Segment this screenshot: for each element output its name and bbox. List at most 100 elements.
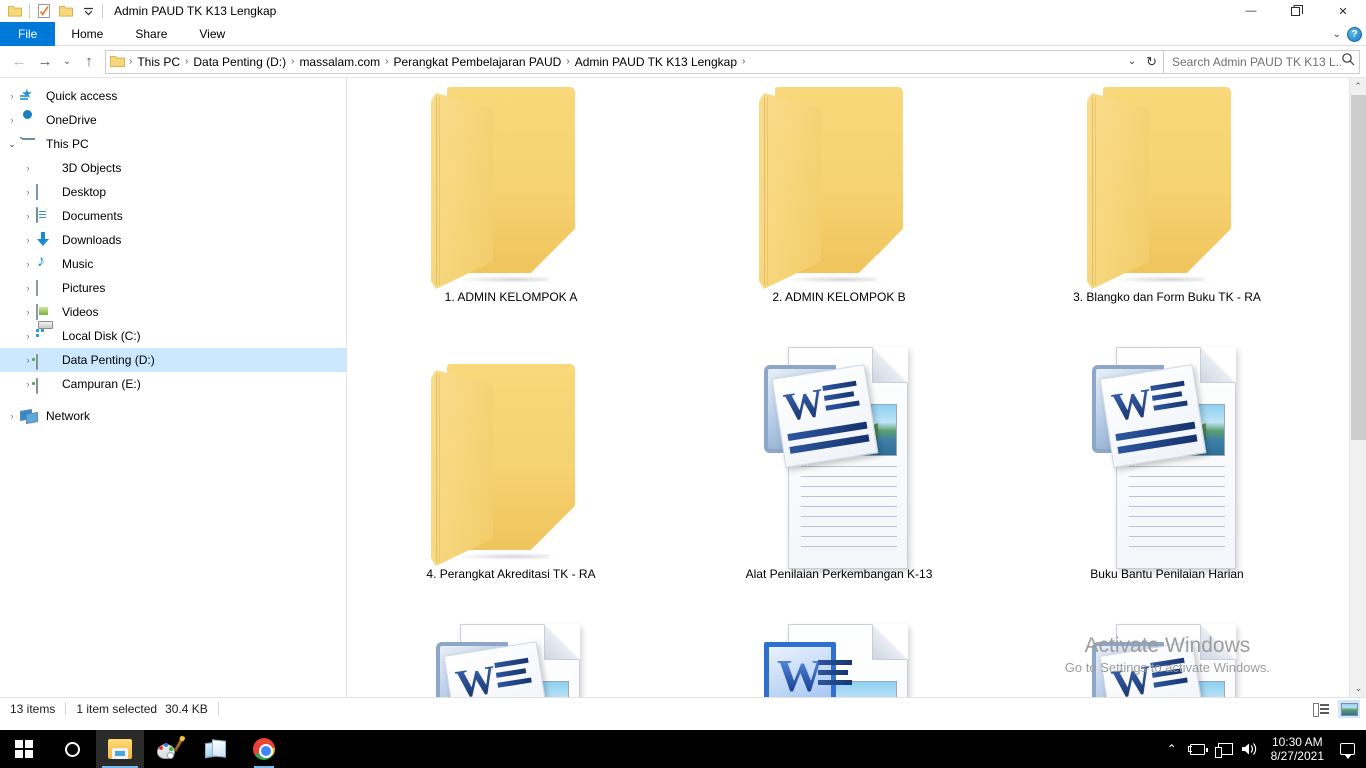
list-item[interactable]: 4. Perangkat Akreditasi TK - RA (347, 343, 675, 621)
up-button[interactable]: ↑ (76, 49, 102, 75)
sidebar-item-label: Music (62, 257, 94, 271)
customize-chevron-icon[interactable] (77, 1, 99, 21)
action-center-button[interactable] (1332, 730, 1362, 768)
large-icons-view-button[interactable] (1338, 700, 1360, 718)
documents-icon (36, 207, 56, 224)
file-explorer-button[interactable] (96, 730, 144, 768)
restore-button[interactable] (1274, 0, 1320, 22)
chevron-down-icon[interactable]: ⌄ (4, 139, 20, 150)
sidebar-item-label: Local Disk (C:) (62, 329, 141, 343)
search-input[interactable]: Search Admin PAUD TK K13 L... (1172, 55, 1341, 69)
refresh-icon[interactable]: ↻ (1142, 54, 1161, 70)
new-folder-icon[interactable] (55, 1, 77, 21)
list-item[interactable]: W (675, 620, 1003, 697)
chrome-button[interactable] (240, 730, 288, 768)
sidebar-item-label: Campuran (E:) (62, 377, 141, 391)
chevron-right-icon[interactable]: › (4, 91, 20, 101)
sidebar-item-label: 3D Objects (62, 161, 122, 175)
tab-home[interactable]: Home (55, 22, 119, 46)
list-item[interactable]: 1. ADMIN KELOMPOK A (347, 78, 675, 344)
breadcrumb-item-massalam[interactable]: massalam.com (295, 51, 384, 73)
word-document-icon: W (426, 620, 596, 697)
recent-locations-icon[interactable]: ⌄ (58, 49, 76, 75)
scroll-up-icon[interactable]: ⌃ (1350, 78, 1366, 95)
chevron-right-icon[interactable]: › (20, 307, 36, 317)
search-icon[interactable] (1341, 52, 1355, 71)
sidebar-item-label: Quick access (46, 89, 118, 103)
chevron-right-icon[interactable]: › (20, 211, 36, 221)
back-button[interactable]: ← (6, 49, 32, 75)
file-list-view[interactable]: 1. ADMIN KELOMPOK A 2. ADMIN KELOMPOK B … (347, 78, 1366, 697)
sidebar-item-network[interactable]: › Network (0, 404, 346, 428)
sidebar-item-quick-access[interactable]: › Quick access (0, 84, 346, 108)
sidebar-item-data-penting-d[interactable]: › Data Penting (D:) (0, 348, 346, 372)
music-note-icon (36, 256, 56, 272)
sidebar-item-label: Downloads (62, 233, 122, 247)
system-tray: ⌃ 10:30 AM 8/27/2021 (1159, 730, 1366, 768)
tab-view[interactable]: View (183, 22, 241, 46)
chevron-right-icon[interactable]: › (20, 163, 36, 173)
list-item[interactable]: 2. ADMIN KELOMPOK B (675, 78, 1003, 344)
chevron-right-icon[interactable]: › (4, 115, 20, 125)
sidebar-item-local-disk-c[interactable]: › Local Disk (C:) (0, 324, 346, 348)
chevron-right-icon[interactable]: › (20, 259, 36, 269)
sidebar-item-music[interactable]: › Music (0, 252, 346, 276)
sidebar-item-label: Pictures (62, 281, 106, 295)
list-item[interactable]: W (347, 620, 675, 697)
minimize-button[interactable]: — (1228, 0, 1274, 22)
sidebar-item-label: Data Penting (D:) (62, 353, 155, 367)
breadcrumb-item-admin-paud[interactable]: Admin PAUD TK K13 Lengkap (571, 51, 741, 73)
address-bar: ← → ⌄ ↑ › This PC › Data Penting (D:) › … (0, 46, 1366, 78)
chevron-right-icon[interactable]: › (20, 331, 36, 341)
sidebar-item-label: Network (46, 409, 91, 423)
sidebar-item-label: This PC (46, 137, 89, 151)
chevron-down-icon[interactable]: ⌄ (1333, 29, 1341, 40)
sidebar-item-3d-objects[interactable]: › 3D Objects (0, 156, 346, 180)
downloads-arrow-icon (36, 232, 56, 248)
vertical-scrollbar[interactable]: ⌃ ⌄ (1349, 78, 1366, 697)
folder-icon (754, 78, 924, 296)
properties-checkmark-icon[interactable] (33, 1, 55, 21)
sidebar-item-campuran-e[interactable]: › Campuran (E:) (0, 372, 346, 396)
sidebar-item-documents[interactable]: › Documents (0, 204, 346, 228)
folder-icon[interactable] (4, 1, 26, 21)
chevron-right-icon[interactable]: › (20, 187, 36, 197)
help-icon[interactable]: ? (1347, 26, 1362, 42)
chevron-right-icon[interactable]: › (20, 283, 36, 293)
forward-button[interactable]: → (32, 49, 58, 75)
chevron-right-icon[interactable]: › (4, 411, 20, 421)
breadcrumb-item-data-penting[interactable]: Data Penting (D:) (189, 51, 290, 73)
start-button[interactable] (0, 730, 48, 768)
scroll-down-icon[interactable]: ⌄ (1350, 680, 1366, 697)
sticky-notes-button[interactable] (192, 730, 240, 768)
tab-file[interactable]: File (0, 22, 56, 46)
list-item[interactable]: 3. Blangko dan Form Buku TK - RA (1003, 78, 1331, 344)
breadcrumb-dropdown-icon[interactable]: ⌄ (1122, 56, 1142, 67)
breadcrumb-item-this-pc[interactable]: This PC (133, 51, 184, 73)
list-item[interactable]: W Buku Bantu Penilaian Harian (1003, 343, 1331, 621)
paint-button[interactable] (144, 730, 192, 768)
sidebar-item-onedrive[interactable]: › OneDrive (0, 108, 346, 132)
chevron-right-icon[interactable]: › (20, 235, 36, 245)
tab-share[interactable]: Share (119, 22, 183, 46)
sidebar-item-this-pc[interactable]: ⌄ This PC (0, 132, 346, 156)
list-item[interactable]: W Alat Penilaian Perkembangan K-13 (675, 343, 1003, 621)
scrollbar-thumb[interactable] (1351, 95, 1366, 440)
list-item[interactable]: W (1003, 620, 1331, 697)
sidebar-item-desktop[interactable]: › Desktop (0, 180, 346, 204)
sidebar-item-downloads[interactable]: › Downloads (0, 228, 346, 252)
tray-chevron-up-icon[interactable]: ⌃ (1159, 730, 1185, 768)
folder-icon (1082, 78, 1252, 296)
volume-icon[interactable] (1237, 730, 1263, 768)
clock[interactable]: 10:30 AM 8/27/2021 (1263, 735, 1332, 763)
chrome-icon (253, 738, 275, 760)
search-button[interactable] (48, 730, 96, 768)
breadcrumb[interactable]: › This PC › Data Penting (D:) › massalam… (105, 49, 1164, 74)
breadcrumb-item-perangkat[interactable]: Perangkat Pembelajaran PAUD (389, 51, 565, 73)
search-box[interactable]: Search Admin PAUD TK K13 L... (1164, 49, 1360, 74)
sidebar-item-pictures[interactable]: › Pictures (0, 276, 346, 300)
network-display-icon[interactable] (1211, 730, 1237, 768)
close-button[interactable]: ✕ (1320, 0, 1366, 22)
details-view-button[interactable] (1310, 700, 1332, 718)
battery-charging-icon[interactable] (1185, 730, 1211, 768)
